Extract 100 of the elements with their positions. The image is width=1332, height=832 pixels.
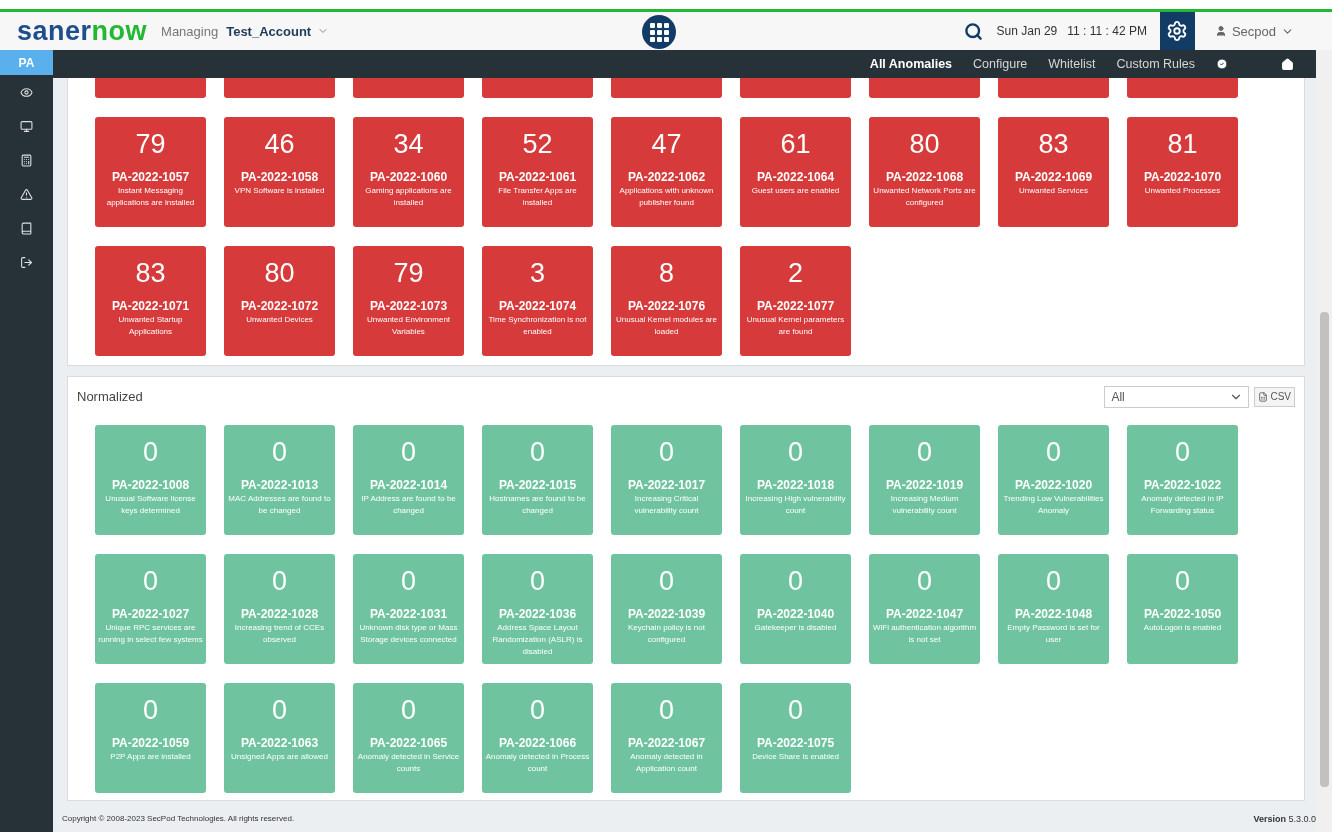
anomaly-tile[interactable] [224, 78, 335, 98]
tile-id: PA-2022-1047 [885, 607, 964, 621]
tile-id: PA-2022-1061 [498, 170, 577, 184]
anomaly-tile[interactable]: 8 PA-2022-1076 Unusual Kernel modules are loaded [611, 246, 722, 356]
settings-button[interactable] [1159, 12, 1195, 50]
anomaly-tile[interactable]: 79 PA-2022-1057 Instant Messaging applications are installed [95, 117, 206, 227]
tile-id: PA-2022-1022 [1143, 478, 1222, 492]
check-circle-icon[interactable] [1216, 58, 1228, 70]
tile-description: Unusual Kernel parameters are found [745, 314, 846, 338]
tile-id: PA-2022-1018 [756, 478, 835, 492]
anomaly-tile[interactable]: 0 PA-2022-1014 IP Address are found to be changed [353, 425, 464, 535]
anomaly-tile[interactable]: 0 PA-2022-1065 Anomaly detected in Service counts [353, 683, 464, 793]
anomaly-tile[interactable]: 0 PA-2022-1063 Unsigned Apps are allowed [224, 683, 335, 793]
tile-id: PA-2022-1075 [756, 736, 835, 750]
anomaly-tile[interactable]: 61 PA-2022-1064 Guest users are enabled [740, 117, 851, 227]
anomaly-tile[interactable]: 0 PA-2022-1039 Keychain policy is not configured [611, 554, 722, 664]
anomaly-tile[interactable]: 80 PA-2022-1072 Unwanted Devices [224, 246, 335, 356]
anomaly-tile[interactable]: 0 PA-2022-1047 WiFi authentication algorithm is not set [869, 554, 980, 664]
anomaly-tile[interactable] [353, 78, 464, 98]
tile-id: PA-2022-1064 [756, 170, 835, 184]
tile-id: PA-2022-1040 [756, 607, 835, 621]
anomaly-tile[interactable]: 0 PA-2022-1018 Increasing High vulnerability count [740, 425, 851, 535]
anomaly-tile[interactable]: 0 PA-2022-1031 Unknown disk type or Mass Storage devices connected [353, 554, 464, 664]
tile-description: File Transfer Apps are installed [497, 185, 578, 209]
user-icon [1214, 25, 1227, 37]
anomaly-tile[interactable]: 2 PA-2022-1077 Unusual Kernel parameters are found [740, 246, 851, 356]
tile-count: 80 [909, 129, 940, 159]
anomaly-tile[interactable]: 0 PA-2022-1013 MAC Addresses are found to be changed [224, 425, 335, 535]
anomaly-tile[interactable]: 0 PA-2022-1040 Gatekeeper is disabled [740, 554, 851, 664]
anomaly-tile[interactable] [998, 78, 1109, 98]
nav-link[interactable]: All Anomalies [869, 57, 953, 71]
tile-description: Keychain policy is not configured [627, 622, 706, 646]
anomaly-tile[interactable]: 83 PA-2022-1071 Unwanted Startup Applications [95, 246, 206, 356]
anomaly-tile[interactable] [869, 78, 980, 98]
tile-description: Gaming applications are installed [364, 185, 453, 209]
tile-count: 0 [659, 695, 674, 725]
apps-grid-button[interactable] [642, 15, 676, 49]
tile-description: Anomaly detected in Service counts [356, 751, 461, 775]
tile-count: 46 [264, 129, 295, 159]
tile-id: PA-2022-1070 [1143, 170, 1222, 184]
anomaly-tile[interactable]: 80 PA-2022-1068 Unwanted Network Ports are configured [869, 117, 980, 227]
anomaly-tile[interactable]: 0 PA-2022-1067 Anomaly detected in Application count [611, 683, 722, 793]
account-selector[interactable]: Test_Account [226, 23, 312, 39]
anomaly-tile[interactable]: 0 PA-2022-1036 Address Space Layout Randomization (ASLR) is disabled [482, 554, 593, 664]
tile-id: PA-2022-1008 [111, 478, 190, 492]
tile-description: Empty Password is set for user [1006, 622, 1101, 646]
anomaly-tile[interactable]: 0 PA-2022-1019 Increasing Medium vulnerability count [869, 425, 980, 535]
tile-description: Applications with unknown publisher found [618, 185, 715, 209]
tile-count: 0 [659, 437, 674, 467]
anomaly-tile[interactable]: 0 PA-2022-1028 Increasing trend of CCEs observed [224, 554, 335, 664]
anomaly-tile[interactable] [95, 78, 206, 98]
anomaly-tile[interactable]: 34 PA-2022-1060 Gaming applications are installed [353, 117, 464, 227]
anomaly-tile[interactable]: 0 PA-2022-1075 Device Share is enabled [740, 683, 851, 793]
anomaly-tile[interactable]: 81 PA-2022-1070 Unwanted Processes [1127, 117, 1238, 227]
tile-description: P2P Apps are installed [110, 751, 191, 763]
search-icon[interactable] [963, 21, 983, 41]
tile-id: PA-2022-1072 [240, 299, 319, 313]
anomaly-tile[interactable]: 0 PA-2022-1015 Hostnames are found to be changed [482, 425, 593, 535]
anomaly-tile[interactable]: 0 PA-2022-1048 Empty Password is set for user [998, 554, 1109, 664]
anomaly-tile[interactable]: 0 PA-2022-1008 Unusual Software license keys determined [95, 425, 206, 535]
time-text: 11 : 11 : 42 PM [1067, 24, 1147, 38]
nav-link[interactable]: Whitelist [1048, 57, 1096, 71]
anomaly-tile[interactable] [611, 78, 722, 98]
tile-description: Time Synchronization is not enabled [487, 314, 588, 338]
tile-description: Unwanted Network Ports are configured [872, 185, 977, 209]
user-menu[interactable]: Secpod [1208, 22, 1300, 40]
tile-description: Device Share is enabled [752, 751, 839, 763]
anomaly-tile[interactable]: 0 PA-2022-1020 Trending Low Vulnerabilities Anomaly [998, 425, 1109, 535]
nav-link[interactable]: Custom Rules [1116, 57, 1195, 71]
tile-id: PA-2022-1050 [1143, 607, 1222, 621]
module-label[interactable]: PA [0, 50, 53, 75]
tile-description: Anomaly detected in Process count [484, 751, 591, 775]
tile-id: PA-2022-1014 [369, 478, 448, 492]
settings-icon [1166, 20, 1189, 42]
anomaly-tile[interactable]: 0 PA-2022-1066 Anomaly detected in Process count [482, 683, 593, 793]
nav-link[interactable]: Configure [973, 57, 1028, 71]
filter-dropdown[interactable]: All [1104, 385, 1250, 408]
anomaly-tile[interactable]: 0 PA-2022-1017 Increasing Critical vulnerability count [611, 425, 722, 535]
anomaly-tile[interactable]: 52 PA-2022-1061 File Transfer Apps are installed [482, 117, 593, 227]
anomaly-tile[interactable]: 47 PA-2022-1062 Applications with unknown publisher found [611, 117, 722, 227]
anomaly-tile[interactable]: 83 PA-2022-1069 Unwanted Services [998, 117, 1109, 227]
tile-description: AutoLogon is enabled [1143, 622, 1222, 634]
tile-description: Hostnames are found to be changed [488, 493, 587, 517]
tile-count: 0 [788, 566, 803, 596]
anomaly-tile[interactable]: 3 PA-2022-1074 Time Synchronization is not enabled [482, 246, 593, 356]
anomaly-tile[interactable] [482, 78, 593, 98]
anomaly-tile[interactable] [740, 78, 851, 98]
tile-description: Instant Messaging applications are installed [105, 185, 196, 209]
anomaly-tile[interactable]: 0 PA-2022-1022 Anomaly detected in IP Forwarding status [1127, 425, 1238, 535]
anomaly-tile[interactable]: 0 PA-2022-1050 AutoLogon is enabled [1127, 554, 1238, 664]
tile-count: 0 [530, 695, 545, 725]
scrollbar[interactable] [1316, 50, 1332, 832]
csv-export-button[interactable]: CSV [1254, 386, 1295, 407]
anomaly-tile[interactable]: 79 PA-2022-1073 Unwanted Environment Variables [353, 246, 464, 356]
anomaly-tile[interactable]: 0 PA-2022-1027 Unique RPC services are running in select few systems [95, 554, 206, 664]
tile-count: 34 [393, 129, 424, 159]
anomaly-tile[interactable]: 46 PA-2022-1058 VPN Software is installed [224, 117, 335, 227]
home-icon[interactable] [1281, 57, 1294, 71]
anomaly-tile[interactable]: 0 PA-2022-1059 P2P Apps are installed [95, 683, 206, 793]
anomaly-tile[interactable] [1127, 78, 1238, 98]
